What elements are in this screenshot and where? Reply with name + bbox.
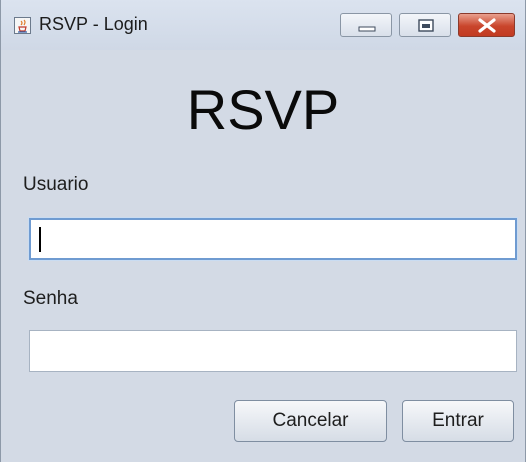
minimize-icon	[358, 26, 376, 32]
minimize-button[interactable]	[340, 13, 392, 37]
login-form: RSVP Usuario Senha Cancelar Entrar	[1, 50, 525, 462]
window-title: RSVP - Login	[39, 14, 148, 34]
close-icon	[478, 18, 496, 33]
password-label: Senha	[23, 288, 78, 309]
username-field[interactable]	[29, 218, 517, 260]
password-field[interactable]	[29, 330, 517, 372]
maximize-icon	[418, 19, 434, 32]
close-button[interactable]	[458, 13, 515, 37]
text-caret	[39, 227, 41, 252]
maximize-button[interactable]	[399, 13, 451, 37]
java-cup-icon[interactable]	[14, 17, 31, 34]
page-title: RSVP	[186, 78, 340, 141]
login-window: RSVP - Login RSVP Usuario Senha Cancelar…	[0, 0, 526, 462]
title-bar[interactable]: RSVP - Login	[1, 0, 525, 50]
username-label: Usuario	[23, 174, 89, 195]
login-button[interactable]: Entrar	[402, 400, 514, 442]
cancel-button[interactable]: Cancelar	[234, 400, 387, 442]
